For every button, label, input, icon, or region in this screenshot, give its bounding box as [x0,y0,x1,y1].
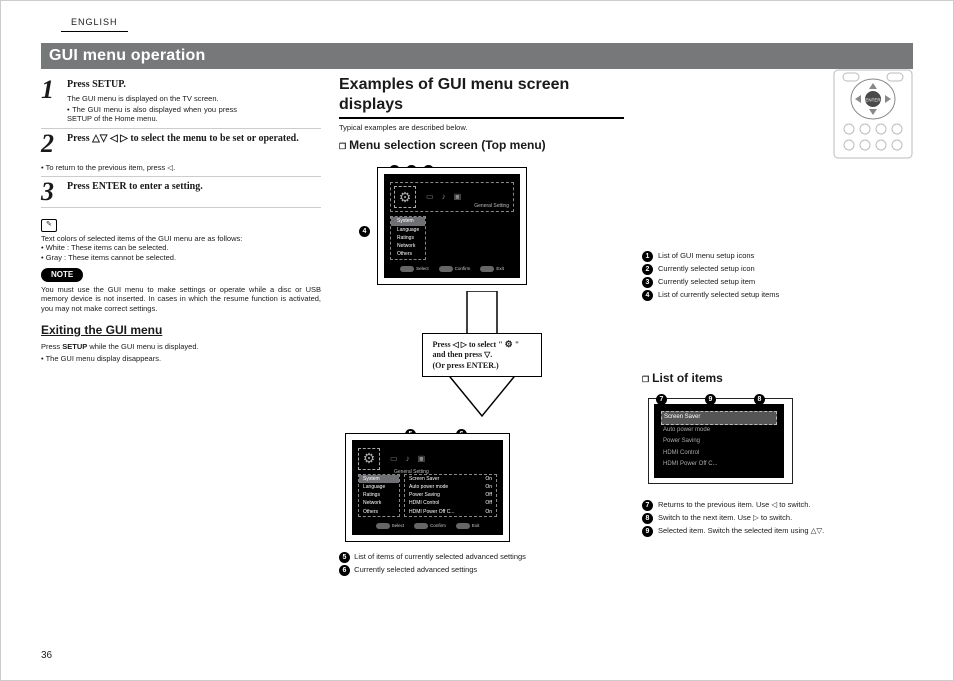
colors-gray: • Gray : These items cannot be selected. [41,253,321,262]
image-icon: ▣ [418,454,426,464]
callout-2-text: 2Currently selected setup icon [642,264,913,275]
list-item: Power Saving [661,436,777,448]
step-2: 2 Press △▽ ◁ ▷ to select the menu to be … [41,129,321,177]
callouts-group-c: 7Returns to the previous item. Use ◁ to … [642,500,913,537]
callout-6-text: 6 Currently selected advanced settings [339,565,624,576]
colors-intro: Text colors of selected items of the GUI… [41,234,321,243]
examples-sub: Typical examples are described below. [339,123,624,132]
examples-heading: Examples of GUI menu screen displays [339,75,624,119]
list-item: Screen Saver [661,411,777,425]
callout-4-text: 4List of currently selected setup items [642,290,913,301]
display-icon: ▭ [426,192,434,202]
note-body: You must use the GUI menu to make settin… [41,285,321,313]
right-item: Screen SaverOn [405,475,496,483]
bookmark-icon: ❐ [642,375,649,384]
left-item: System [359,475,399,483]
step-3: 3 Press ENTER to enter a setting. [41,177,321,208]
list-item: HDMI Power Off C... [661,459,777,471]
step-subnote: • To return to the previous item, press … [41,163,321,172]
key-hint-icon [400,266,414,272]
manual-page: ENGLISH GUI menu operation ENTER 1 Press… [0,0,954,681]
general-setting-label: General Setting [394,469,429,475]
right-item: Auto power modeOn [405,483,496,491]
language-tab: ENGLISH [61,15,128,32]
step-lead: Press SETUP. [67,79,126,90]
list-of-items-frame: Screen Saver Auto power mode Power Savin… [648,398,793,484]
gear-big-icon: ⚙ [394,186,416,208]
page-number: 36 [41,650,52,663]
callout-5-text: 5 List of items of currently selected ad… [339,552,624,563]
step-subnote: • The GUI menu is also displayed when yo… [67,105,237,124]
step-1: 1 Press SETUP. The GUI menu is displayed… [41,75,321,129]
hint-bar: Select Confirm Exit [358,523,497,529]
list-item: HDMI Control [661,448,777,460]
left-column: 1 Press SETUP. The GUI menu is displayed… [41,75,321,635]
section-title-bar: GUI menu operation [41,43,913,69]
note-pill: NOTE [41,268,83,282]
left-item: Ratings [359,491,399,499]
list-of-items-box: Screen Saver Auto power mode Power Savin… [654,404,784,478]
gear-big-icon: ⚙ [358,448,380,470]
top-item: Ratings [391,234,425,242]
top-item: Language [391,226,425,234]
left-item: Others [359,508,399,516]
top-item: Network [391,242,425,250]
music-icon: ♪ [442,192,446,202]
colors-white: • White : These items can be selected. [41,243,321,252]
key-hint-icon [439,266,453,272]
exit-heading: Exiting the GUI menu [41,323,321,338]
callouts-group-a: 1List of GUI menu setup icons 2Currently… [642,251,913,301]
step-number: 1 [41,79,61,124]
step-number: 3 [41,181,61,203]
top-menu-screen: ⚙ ▭ ♪ ▣ General Setting System [377,167,527,284]
left-item: Language [359,483,399,491]
callout-1-text: 1List of GUI menu setup icons [642,251,913,262]
key-hint-icon [376,523,390,529]
callout-8-text: 8Switch to the next item. Use ▷ to switc… [642,513,913,524]
top-item: Others [391,250,425,258]
step-number: 2 [41,133,61,155]
key-hint-icon [414,523,428,529]
step-lead: Press ENTER to enter a setting. [67,181,203,192]
callout-4-marker: 4 [359,226,370,237]
callout-3-text: 3Currently selected setup item [642,277,913,288]
pen-icon: ✎ [41,219,57,232]
top-item: System [391,217,425,225]
general-setting-label: General Setting [474,203,509,209]
advanced-settings-screen: ⚙ ▭ ♪ ▣ General Setting System Lang [345,433,510,542]
callout-9-text: 9Selected item. Switch the selected item… [642,526,913,537]
list-of-items-heading: ❐List of items [642,371,913,386]
step-text: The GUI menu is displayed on the TV scre… [67,94,237,103]
key-hint-icon [456,523,470,529]
step-lead: Press △▽ ◁ ▷ to select the menu to be se… [67,133,299,144]
advanced-list: System Language Ratings Network Others S… [358,474,497,517]
display-icon: ▭ [390,454,398,464]
callout-7-text: 7Returns to the previous item. Use ◁ to … [642,500,913,511]
image-icon: ▣ [454,192,462,202]
center-column: Examples of GUI menu screen displays Typ… [339,75,624,635]
right-item: HDMI Power Off C...On [405,508,496,516]
right-item: HDMI ControlOff [405,499,496,507]
music-icon: ♪ [406,454,410,464]
press-instruction-box: Press ◁ ▷ to select " ⚙ " and then press… [422,333,542,377]
key-hint-icon [480,266,494,272]
bookmark-icon: ❐ [339,142,346,151]
menu-selection-heading: ❐Menu selection screen (Top menu) [339,138,624,153]
exit-line-1: Press SETUP while the GUI menu is displa… [41,342,321,351]
right-item: Power SavingOff [405,491,496,499]
gear-icon: ⚙ [505,339,513,349]
hint-bar: Select Confirm Exit [390,266,514,272]
exit-line-2: • The GUI menu display disappears. [41,354,321,363]
top-item-list: System Language Ratings Network Others [390,216,426,259]
list-item: Auto power mode [661,425,777,437]
right-column: 1List of GUI menu setup icons 2Currently… [642,75,913,635]
left-item: Network [359,499,399,507]
